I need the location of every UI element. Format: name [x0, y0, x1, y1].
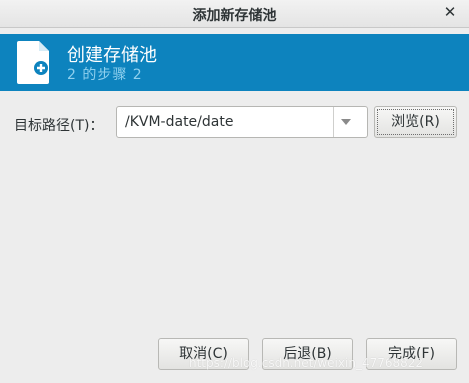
wizard-step-indicator: 2 的步骤 2 [67, 67, 143, 83]
window-titlebar: 添加新存储池 ✕ [0, 0, 469, 28]
chevron-down-icon[interactable] [341, 119, 351, 125]
browse-button[interactable]: 浏览(R) [374, 106, 457, 138]
file-add-icon [17, 41, 49, 84]
combo-divider [333, 107, 334, 137]
window-title: 添加新存储池 [192, 8, 277, 24]
close-icon[interactable]: ✕ [441, 3, 459, 21]
target-path-combobox[interactable]: /KVM-date/date [116, 106, 368, 138]
target-path-label: 目标路径(T)： [14, 118, 104, 134]
browse-button-label: 浏览(R) [377, 109, 454, 135]
target-path-input[interactable]: /KVM-date/date [125, 114, 233, 130]
watermark-text: https://blog.csdn.net/weixin_47768822 [189, 356, 424, 370]
wizard-header: 创建存储池 2 的步骤 2 [0, 34, 469, 91]
